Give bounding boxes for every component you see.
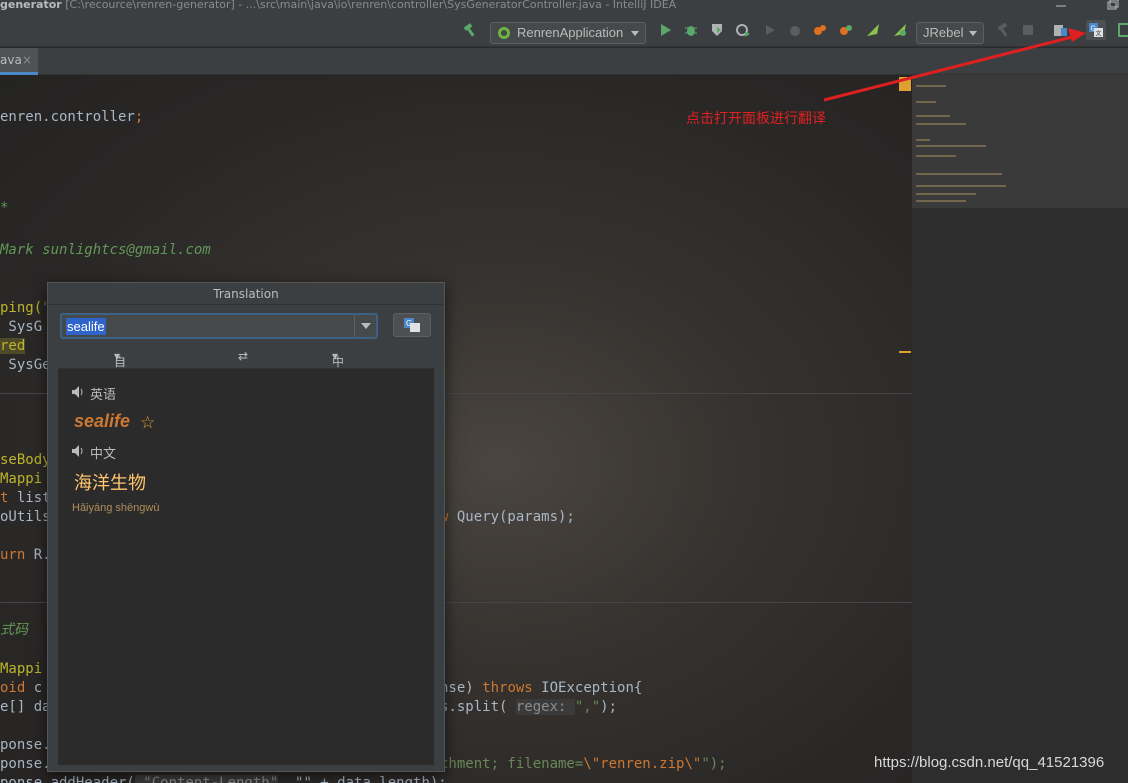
speaker-icon[interactable] <box>71 385 85 399</box>
code-line: t list <box>0 490 51 506</box>
code-line: seBody <box>0 452 51 468</box>
code-line: chment; filename=\"renren.zip\""); <box>440 756 727 772</box>
code-line: Mappi <box>0 661 43 677</box>
debug-icon[interactable] <box>683 22 699 38</box>
code-line: Mark sunlightcs@gmail.com <box>0 242 211 258</box>
code-line: ponse.addHeader( "Content-Length", "" + … <box>0 774 447 783</box>
source-language-select[interactable]: 自动检测 ▾ <box>114 349 126 420</box>
chevron-down-icon <box>969 31 977 36</box>
svg-text:文: 文 <box>1096 30 1102 38</box>
tab-sysgeneratorcontroller[interactable]: ava × <box>0 48 38 75</box>
favorite-star-icon[interactable]: ☆ <box>140 413 155 433</box>
popup-title: Translation <box>48 283 444 305</box>
jrebel-update-icon[interactable] <box>892 22 908 38</box>
code-line: red <box>0 338 26 354</box>
project-name: generator <box>0 0 62 11</box>
jrebel-label: JRebel <box>923 25 964 40</box>
restore-window-icon[interactable] <box>1106 0 1120 10</box>
search-field[interactable]: sealife <box>60 313 378 339</box>
translate-button[interactable]: G <box>393 313 431 337</box>
pinyin-text: Hǎiyáng shēngwù <box>72 502 160 514</box>
chevron-down-icon <box>631 31 639 36</box>
code-line: SysGe <box>0 357 51 373</box>
code-line: SysG <box>0 319 43 335</box>
translation-popup: Translation sealife G 自动检测 ▾ ⇄ 中文 ▾ 英语 s… <box>47 282 445 772</box>
target-language-select[interactable]: 中文 ▾ <box>332 349 344 386</box>
attach-debugger-icon[interactable] <box>787 22 803 38</box>
source-word: sealife <box>74 411 131 431</box>
stop-icon[interactable] <box>1020 22 1036 38</box>
spring-boot-icon <box>498 27 510 39</box>
minimize-icon[interactable] <box>1054 0 1068 10</box>
chevron-down-icon <box>360 323 371 329</box>
code-line: e[] da <box>0 699 51 715</box>
google-translate-icon: G <box>404 318 420 332</box>
code-line: enren.controller; <box>0 109 144 125</box>
jrebel-select[interactable]: JRebel <box>916 22 984 44</box>
jrebel-leaf-icon[interactable] <box>865 22 881 38</box>
jrebel-debug-icon[interactable] <box>838 22 854 38</box>
annotation-text: 点击打开面板进行翻译 <box>686 111 826 127</box>
code-line: ponse. <box>0 756 51 772</box>
speaker-icon[interactable] <box>71 444 85 458</box>
window-title-bar: generator [C:\recource\renren-generator]… <box>0 0 1128 13</box>
language-bar: 自动检测 ▾ ⇄ 中文 ▾ <box>58 345 434 420</box>
jrebel-run-icon[interactable] <box>812 22 828 38</box>
window-title: [C:\recource\renren-generator] - ...\src… <box>61 0 677 11</box>
code-line: w Query(params); <box>440 509 575 525</box>
code-line: Mappi <box>0 471 43 487</box>
code-line: oUtils <box>0 509 51 525</box>
tab-label: ava <box>0 53 22 67</box>
translate-icon[interactable]: G文 <box>1086 20 1106 40</box>
target-language-label: 中文 <box>90 447 117 462</box>
run-icon[interactable] <box>657 22 673 38</box>
project-structure-icon[interactable] <box>1053 22 1069 38</box>
code-line: nse) throws IOException{ <box>440 680 643 696</box>
run-config-label: RenrenApplication <box>517 25 624 40</box>
editor-tab-bar: ava × <box>0 48 1128 75</box>
profile-icon[interactable] <box>735 22 751 38</box>
code-line: * <box>0 200 9 216</box>
source-language-label: 英语 <box>90 388 117 403</box>
hammer-disabled-icon[interactable] <box>995 22 1011 38</box>
code-line: s.split( regex: ","); <box>440 699 618 715</box>
run-disabled-icon[interactable] <box>762 22 778 38</box>
code-line: 式码 <box>0 622 28 638</box>
close-icon[interactable]: × <box>22 48 32 72</box>
coverage-icon[interactable] <box>709 22 725 38</box>
code-line: ponse. <box>0 737 51 753</box>
translation-result: 英语 sealife ☆ 中文 海洋生物 Hǎiyáng shēngwù <box>58 369 434 765</box>
code-line: ping(" <box>0 300 51 316</box>
search-input[interactable]: sealife <box>66 318 106 335</box>
code-minimap[interactable] <box>912 75 1128 208</box>
terminal-icon[interactable] <box>1116 22 1128 38</box>
code-line: oid c <box>0 680 43 696</box>
warning-marker[interactable] <box>899 77 911 91</box>
main-toolbar: RenrenApplication JRebel G文 <box>0 13 1128 47</box>
build-hammer-icon[interactable] <box>462 22 478 38</box>
code-line: urn R. <box>0 547 51 563</box>
run-config-select[interactable]: RenrenApplication <box>490 22 646 44</box>
history-dropdown-button[interactable] <box>354 315 376 337</box>
watermark: https://blog.csdn.net/qq_41521396 <box>874 754 1105 771</box>
translation-text: 海洋生物 <box>74 473 146 494</box>
swap-languages-icon[interactable]: ⇄ <box>238 349 248 363</box>
error-stripe-marker[interactable] <box>899 351 911 353</box>
